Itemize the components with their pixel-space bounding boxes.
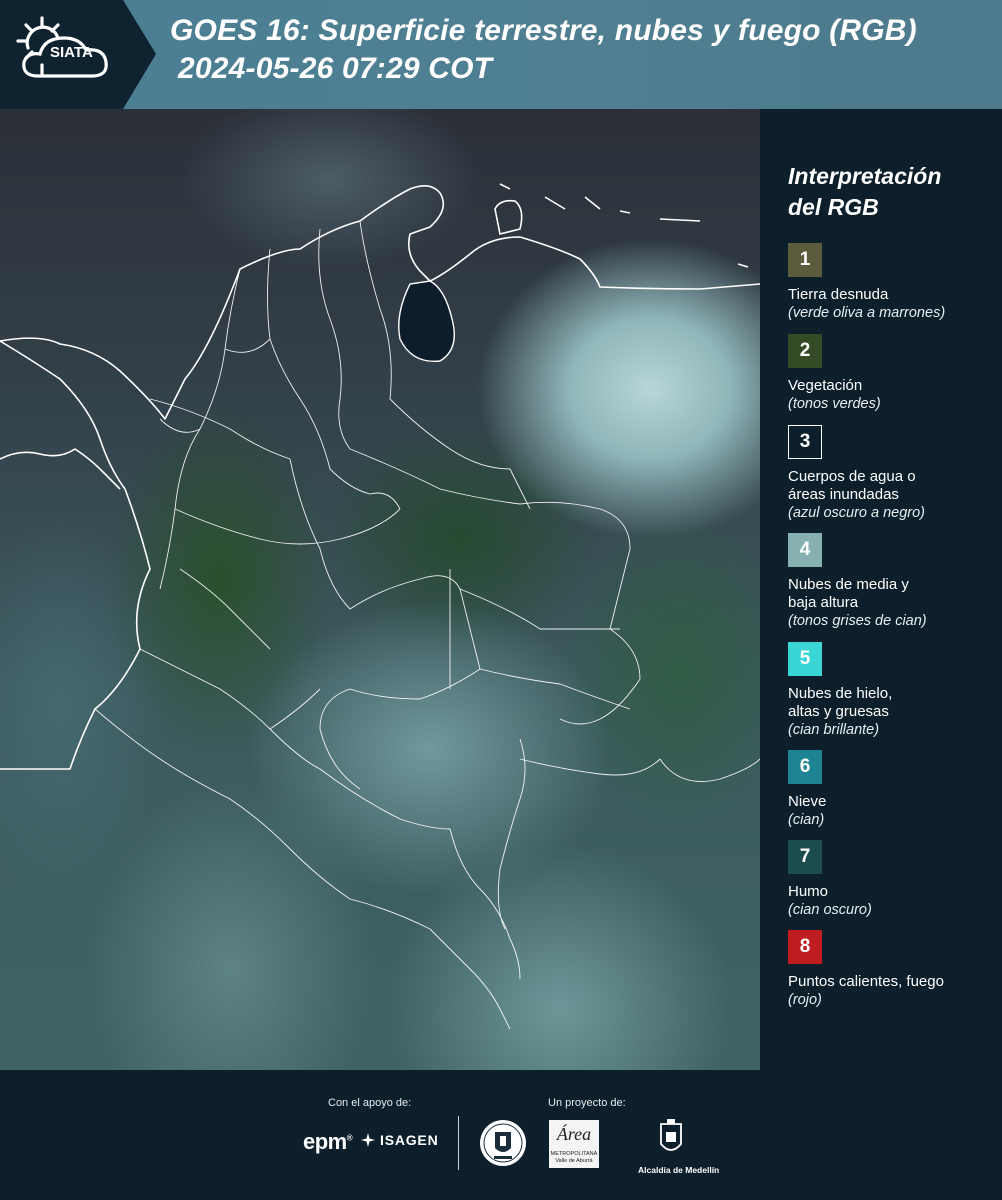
alcaldia-medellin-logo: Alcaldía de Medellín [638,1118,720,1175]
legend-number: 2 [799,340,811,361]
legend-desc: (cian oscuro) [788,902,872,918]
title-product: GOES 16: Superficie terrestre, nubes y f… [170,14,917,47]
legend-desc: (azul oscuro a negro) [788,505,926,521]
satellite-image [0,109,760,1070]
area-logo-sub2: Valle de Aburrá [555,1158,593,1164]
legend-item-bare-land: 1 Tierra desnuda (verde oliva a marrones… [788,243,1000,322]
epm-logo-text: epm [303,1129,347,1154]
footer-divider [458,1116,459,1170]
borders-overlay [0,183,760,1030]
legend-label: áreas inundadas [788,486,899,503]
legend-swatch: 3 [788,425,822,459]
legend-number: 8 [799,936,811,957]
legend-item-water: 3 Cuerpos de agua o áreas inundadas (azu… [788,425,1000,522]
footer: Con el apoyo de: Un proyecto de: epm® IS… [0,1070,1002,1200]
isagen-logo: ISAGEN [360,1132,438,1148]
legend-swatch: 4 [788,533,822,567]
legend-item-fire: 8 Puntos calientes, fuego (rojo) [788,930,1000,1009]
legend-swatch: 5 [788,642,822,676]
epm-logo: epm® [303,1129,353,1154]
legend-number: 1 [799,249,811,270]
legend-label: Nubes de hielo, [788,685,893,702]
legend-item-ice-clouds: 5 Nubes de hielo, altas y gruesas (cian … [788,642,1000,739]
legend-item-smoke: 7 Humo (cian oscuro) [788,840,1000,919]
area-metropolitana-logo: Área METROPOLITANA Valle de Aburrá [549,1120,599,1168]
legend-label: Puntos calientes, fuego [788,973,944,990]
legend-label: Nubes de media y [788,576,909,593]
legend-desc: (tonos grises de cian) [788,613,927,629]
medellin-logo-text: Alcaldía de Medellín [638,1165,720,1175]
legend-number: 5 [799,648,811,669]
legend-desc: (verde oliva a marrones) [788,305,946,321]
page-title: GOES 16: Superficie terrestre, nubes y f… [170,12,1000,88]
legend-desc: (rojo) [788,992,822,1008]
legend-label: altas y gruesas [788,703,889,720]
legend-item-vegetation: 2 Vegetación (tonos verdes) [788,334,1000,413]
legend-desc: (cian brillante) [788,722,880,738]
header-bar: SIATA GOES 16: Superficie terrestre, nub… [0,0,1002,109]
legend-swatch: 6 [788,750,822,784]
project-label: Un proyecto de: [548,1097,626,1109]
isagen-star-icon [361,1133,375,1147]
legend-label: Tierra desnuda [788,286,889,303]
legend-panel: Interpretación del RGB 1 Tierra desnuda … [760,109,1002,1070]
legend-swatch: 1 [788,243,822,277]
legend-label: Nieve [788,793,827,810]
university-seal-logo [478,1118,528,1173]
coat-of-arms-icon [660,1119,682,1151]
area-logo-subtitle: METROPOLITANA Valle de Aburrá [549,1151,599,1165]
legend-number: 6 [799,756,811,777]
legend-desc: (cian) [788,812,825,828]
legend-label: Vegetación [788,377,863,394]
legend-title: Interpretación del RGB [788,161,998,223]
legend-label: baja altura [788,594,859,611]
legend-title-line2: del RGB [788,194,879,220]
legend-number: 3 [799,431,811,452]
legend-swatch: 2 [788,334,822,368]
area-logo-sub1: METROPOLITANA [550,1151,598,1157]
legend-label: Cuerpos de agua o [788,468,916,485]
seal-icon [480,1120,526,1166]
support-label: Con el apoyo de: [328,1097,412,1109]
legend-desc: (tonos verdes) [788,396,881,412]
siata-logo: SIATA [0,0,156,109]
legend-item-low-clouds: 4 Nubes de media y baja altura (tonos gr… [788,533,1000,630]
legend-number: 4 [799,539,811,560]
legend-item-snow: 6 Nieve (cian) [788,750,1000,829]
isagen-logo-text: ISAGEN [380,1132,439,1148]
legend-swatch: 8 [788,930,822,964]
legend-swatch: 7 [788,840,822,874]
area-logo-text: Área [556,1124,592,1144]
legend-title-line1: Interpretación [788,163,942,189]
siata-logo-text: SIATA [50,44,93,61]
legend-label: Humo [788,883,829,900]
title-timestamp: 2024-05-26 07:29 COT [178,52,493,85]
legend-number: 7 [799,846,811,867]
